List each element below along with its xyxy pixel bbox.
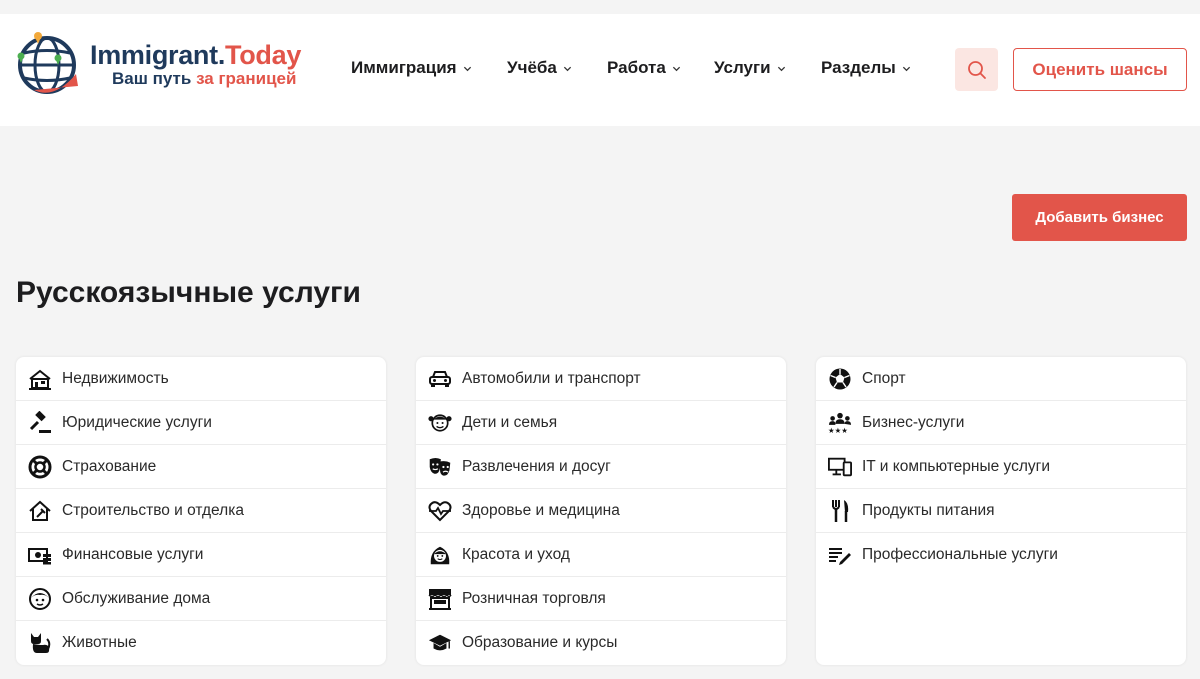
category-home-service[interactable]: Обслуживание дома xyxy=(16,577,386,621)
search-icon xyxy=(967,60,986,79)
nav-item-services[interactable]: Услуги xyxy=(714,58,786,78)
chevron-down-icon xyxy=(777,66,785,71)
child-icon xyxy=(428,411,452,435)
category-professional[interactable]: Профессиональные услуги xyxy=(816,533,1186,577)
category-business[interactable]: ★★★ Бизнес-услуги xyxy=(816,401,1186,445)
category-construction[interactable]: Строительство и отделка xyxy=(16,489,386,533)
category-finance[interactable]: Финансовые услуги xyxy=(16,533,386,577)
add-business-button[interactable]: Добавить бизнес xyxy=(1012,194,1187,241)
theater-masks-icon xyxy=(428,455,452,479)
logo-subtitle: Ваш путь за границей xyxy=(112,69,297,88)
house-hammer-icon xyxy=(28,499,52,523)
globe-logo-icon xyxy=(17,32,78,94)
money-icon xyxy=(28,543,52,567)
category-animals[interactable]: Животные xyxy=(16,621,386,665)
category-beauty[interactable]: Красота и уход xyxy=(416,533,786,577)
estimate-chances-button[interactable]: Оценить шансы xyxy=(1013,48,1187,91)
nav-item-sections[interactable]: Разделы xyxy=(821,58,911,78)
category-card-2: Автомобили и транспорт Дети и семья Разв… xyxy=(416,357,786,665)
top-strip xyxy=(0,0,1200,14)
category-food[interactable]: Продукты питания xyxy=(816,489,1186,533)
category-insurance[interactable]: Страхование xyxy=(16,445,386,489)
cutlery-icon xyxy=(828,499,852,523)
devices-icon xyxy=(828,455,852,479)
category-kids[interactable]: Дети и семья xyxy=(416,401,786,445)
lifebuoy-icon xyxy=(28,455,52,479)
woman-icon xyxy=(428,543,452,567)
category-sport[interactable]: Спорт xyxy=(816,357,1186,401)
page-title: Русскоязычные услуги xyxy=(16,276,361,309)
list-pen-icon xyxy=(828,543,852,567)
car-icon xyxy=(428,367,452,391)
nav-item-study[interactable]: Учёба xyxy=(507,58,572,78)
group-stars-icon: ★★★ xyxy=(828,411,852,435)
cat-icon xyxy=(28,631,52,655)
gavel-icon xyxy=(28,410,52,435)
chevron-down-icon xyxy=(672,66,680,71)
graduation-cap-icon xyxy=(428,631,452,655)
house-maid-icon xyxy=(28,587,52,611)
category-legal[interactable]: Юридические услуги xyxy=(16,401,386,445)
category-retail[interactable]: Розничная торговля xyxy=(416,577,786,621)
chevron-down-icon xyxy=(902,66,910,71)
category-card-3: Спорт ★★★ Бизнес-услуги IT и компьютерны… xyxy=(816,357,1186,665)
site-logo[interactable]: Immigrant.Today Ваш путь за границей xyxy=(14,28,301,100)
nav-item-work[interactable]: Работа xyxy=(607,58,681,78)
chevron-down-icon xyxy=(563,66,571,71)
category-education[interactable]: Образование и курсы xyxy=(416,621,786,665)
search-button[interactable] xyxy=(955,48,998,91)
soccer-ball-icon xyxy=(828,367,852,391)
category-entertainment[interactable]: Развлечения и досуг xyxy=(416,445,786,489)
logo-title: Immigrant.Today xyxy=(90,40,302,70)
nav-item-immigration[interactable]: Иммиграция xyxy=(351,58,472,78)
category-card-1: Недвижимость Юридические услуги Страхова… xyxy=(16,357,386,665)
svg-text:★★★: ★★★ xyxy=(828,426,848,435)
chevron-down-icon xyxy=(463,66,471,71)
category-it[interactable]: IT и компьютерные услуги xyxy=(816,445,1186,489)
category-real-estate[interactable]: Недвижимость xyxy=(16,357,386,401)
shop-icon xyxy=(428,587,452,611)
site-header: Immigrant.Today Ваш путь за границей Имм… xyxy=(0,14,1200,126)
heart-pulse-icon xyxy=(428,499,452,523)
category-health[interactable]: Здоровье и медицина xyxy=(416,489,786,533)
real-estate-icon xyxy=(28,367,52,391)
category-auto[interactable]: Автомобили и транспорт xyxy=(416,357,786,401)
